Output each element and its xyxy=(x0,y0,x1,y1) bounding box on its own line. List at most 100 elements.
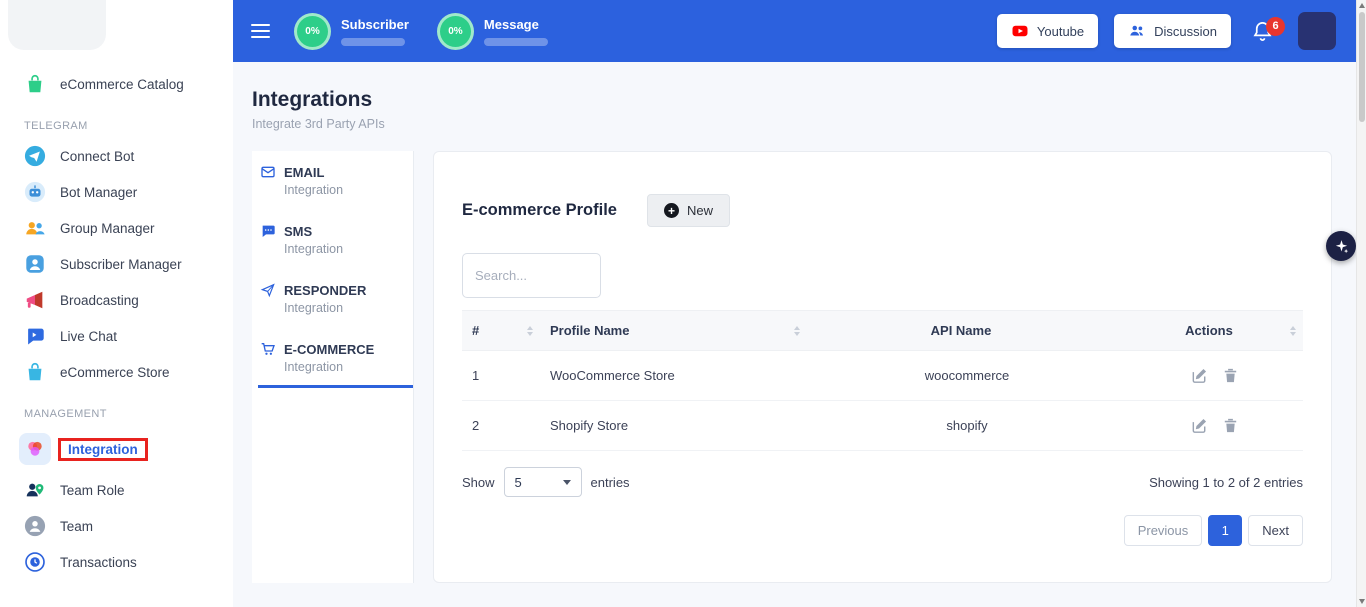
user-avatar[interactable] xyxy=(1298,12,1336,50)
row-api-name: woocommerce xyxy=(807,353,1127,398)
column-header-profile-name[interactable]: Profile Name xyxy=(540,311,807,350)
plus-icon: + xyxy=(664,203,679,218)
new-button-label: New xyxy=(687,203,713,218)
edit-button[interactable] xyxy=(1190,366,1209,385)
scroll-up-icon[interactable] xyxy=(1359,3,1365,8)
subscriber-progress-bar xyxy=(341,38,405,46)
topbar-actions: Youtube Discussion 6 xyxy=(997,12,1336,50)
youtube-button-label: Youtube xyxy=(1037,24,1084,39)
sidebar-section-management: MANAGEMENT xyxy=(0,394,233,426)
sidebar: eCommerce Catalog TELEGRAM Connect Bot B… xyxy=(0,0,233,607)
discussion-icon xyxy=(1128,22,1146,40)
discussion-button[interactable]: Discussion xyxy=(1114,14,1231,48)
vertical-scrollbar[interactable] xyxy=(1356,0,1366,607)
page-size-select[interactable]: 5 xyxy=(504,467,582,497)
page-1-button[interactable]: 1 xyxy=(1208,515,1242,546)
delete-button[interactable] xyxy=(1221,416,1240,435)
subscriber-stat: 0% Subscriber xyxy=(294,13,409,50)
subscriber-progress-ring: 0% xyxy=(294,13,331,50)
subnav-item-ecommerce[interactable]: E-COMMERCE Integration xyxy=(258,332,413,388)
sidebar-item-label: Integration xyxy=(58,438,148,461)
sidebar-item-broadcasting[interactable]: Broadcasting xyxy=(0,282,233,318)
sidebar-item-team-role[interactable]: Team Role xyxy=(0,472,233,508)
sidebar-item-label: Team xyxy=(60,519,93,534)
transactions-icon xyxy=(24,551,46,573)
row-num: 2 xyxy=(462,403,540,448)
page-title: Integrations xyxy=(252,88,1366,112)
sidebar-item-group-manager[interactable]: Group Manager xyxy=(0,210,233,246)
sidebar-item-team[interactable]: Team xyxy=(0,508,233,544)
sidebar-item-label: Subscriber Manager xyxy=(60,257,182,272)
row-actions xyxy=(1127,401,1303,450)
subnav-item-email[interactable]: EMAIL Integration xyxy=(258,155,413,208)
sidebar-item-integration[interactable]: Integration xyxy=(0,426,233,472)
app-logo xyxy=(8,0,106,50)
discussion-button-label: Discussion xyxy=(1154,24,1217,39)
sidebar-item-label: Team Role xyxy=(60,483,125,498)
sidebar-item-label: Live Chat xyxy=(60,329,117,344)
integration-subnav: EMAIL Integration SMS Integration RESPON… xyxy=(252,151,414,583)
robot-icon xyxy=(24,181,46,203)
column-header-num[interactable]: # xyxy=(462,311,540,350)
subnav-item-sms[interactable]: SMS Integration xyxy=(258,214,413,267)
row-api-name: shopify xyxy=(807,403,1127,448)
edit-icon xyxy=(1190,416,1209,435)
sidebar-item-bot-manager[interactable]: Bot Manager xyxy=(0,174,233,210)
subnav-item-title: SMS xyxy=(284,224,312,239)
column-header-actions[interactable]: Actions xyxy=(1127,311,1303,350)
showing-entries-text: Showing 1 to 2 of 2 entries xyxy=(1149,475,1303,490)
next-page-button[interactable]: Next xyxy=(1248,515,1303,546)
subnav-item-responder[interactable]: RESPONDER Integration xyxy=(258,273,413,326)
message-stat-label: Message xyxy=(484,17,548,32)
notifications-button[interactable]: 6 xyxy=(1251,20,1274,43)
scrollbar-thumb[interactable] xyxy=(1359,12,1365,122)
row-profile-name: Shopify Store xyxy=(540,403,807,448)
team-role-icon xyxy=(24,479,46,501)
row-profile-name: WooCommerce Store xyxy=(540,353,807,398)
sidebar-item-live-chat[interactable]: Live Chat xyxy=(0,318,233,354)
subnav-item-subtitle: Integration xyxy=(284,360,413,374)
chat-bubble-icon xyxy=(24,325,46,347)
youtube-icon xyxy=(1011,22,1029,40)
ai-assistant-button[interactable] xyxy=(1326,231,1356,261)
show-label: Show xyxy=(462,475,495,490)
subscriber-stat-label: Subscriber xyxy=(341,17,409,32)
trash-icon xyxy=(1221,366,1240,385)
subnav-item-subtitle: Integration xyxy=(284,301,413,315)
message-progress-bar xyxy=(484,38,548,46)
card-title: E-commerce Profile xyxy=(462,201,617,220)
group-icon xyxy=(24,217,46,239)
pagination: Previous 1 Next xyxy=(462,515,1303,546)
table-header-row: # Profile Name API Name Actions xyxy=(462,310,1303,351)
sidebar-item-label: Connect Bot xyxy=(60,149,134,164)
trash-icon xyxy=(1221,416,1240,435)
sidebar-section-telegram: TELEGRAM xyxy=(0,106,233,138)
sidebar-nav: eCommerce Catalog TELEGRAM Connect Bot B… xyxy=(0,66,233,580)
youtube-button[interactable]: Youtube xyxy=(997,14,1098,48)
subnav-item-subtitle: Integration xyxy=(284,183,413,197)
column-header-api-name[interactable]: API Name xyxy=(807,311,1127,350)
store-bag-icon xyxy=(24,361,46,383)
scroll-down-icon[interactable] xyxy=(1359,599,1365,604)
search-input[interactable] xyxy=(462,253,601,298)
telegram-icon xyxy=(24,145,46,167)
previous-page-button[interactable]: Previous xyxy=(1124,515,1203,546)
sidebar-item-transactions[interactable]: Transactions xyxy=(0,544,233,580)
sidebar-item-ecommerce-store[interactable]: eCommerce Store xyxy=(0,354,233,390)
app-window: eCommerce Catalog TELEGRAM Connect Bot B… xyxy=(0,0,1366,607)
subnav-item-title: RESPONDER xyxy=(284,283,366,298)
sort-icon xyxy=(1290,326,1296,336)
sidebar-item-label: eCommerce Catalog xyxy=(60,77,184,92)
sidebar-item-ecommerce-catalog[interactable]: eCommerce Catalog xyxy=(0,66,233,102)
delete-button[interactable] xyxy=(1221,366,1240,385)
sparkle-icon xyxy=(1333,238,1350,255)
entries-label: entries xyxy=(591,475,630,490)
sidebar-item-label: Transactions xyxy=(60,555,137,570)
page-size-value: 5 xyxy=(515,475,522,490)
edit-button[interactable] xyxy=(1190,416,1209,435)
sidebar-item-connect-bot[interactable]: Connect Bot xyxy=(0,138,233,174)
sidebar-item-subscriber-manager[interactable]: Subscriber Manager xyxy=(0,246,233,282)
profiles-table: # Profile Name API Name Actions 1 WooCom… xyxy=(462,310,1303,451)
menu-toggle-icon[interactable] xyxy=(251,24,270,38)
new-profile-button[interactable]: + New xyxy=(647,194,730,227)
